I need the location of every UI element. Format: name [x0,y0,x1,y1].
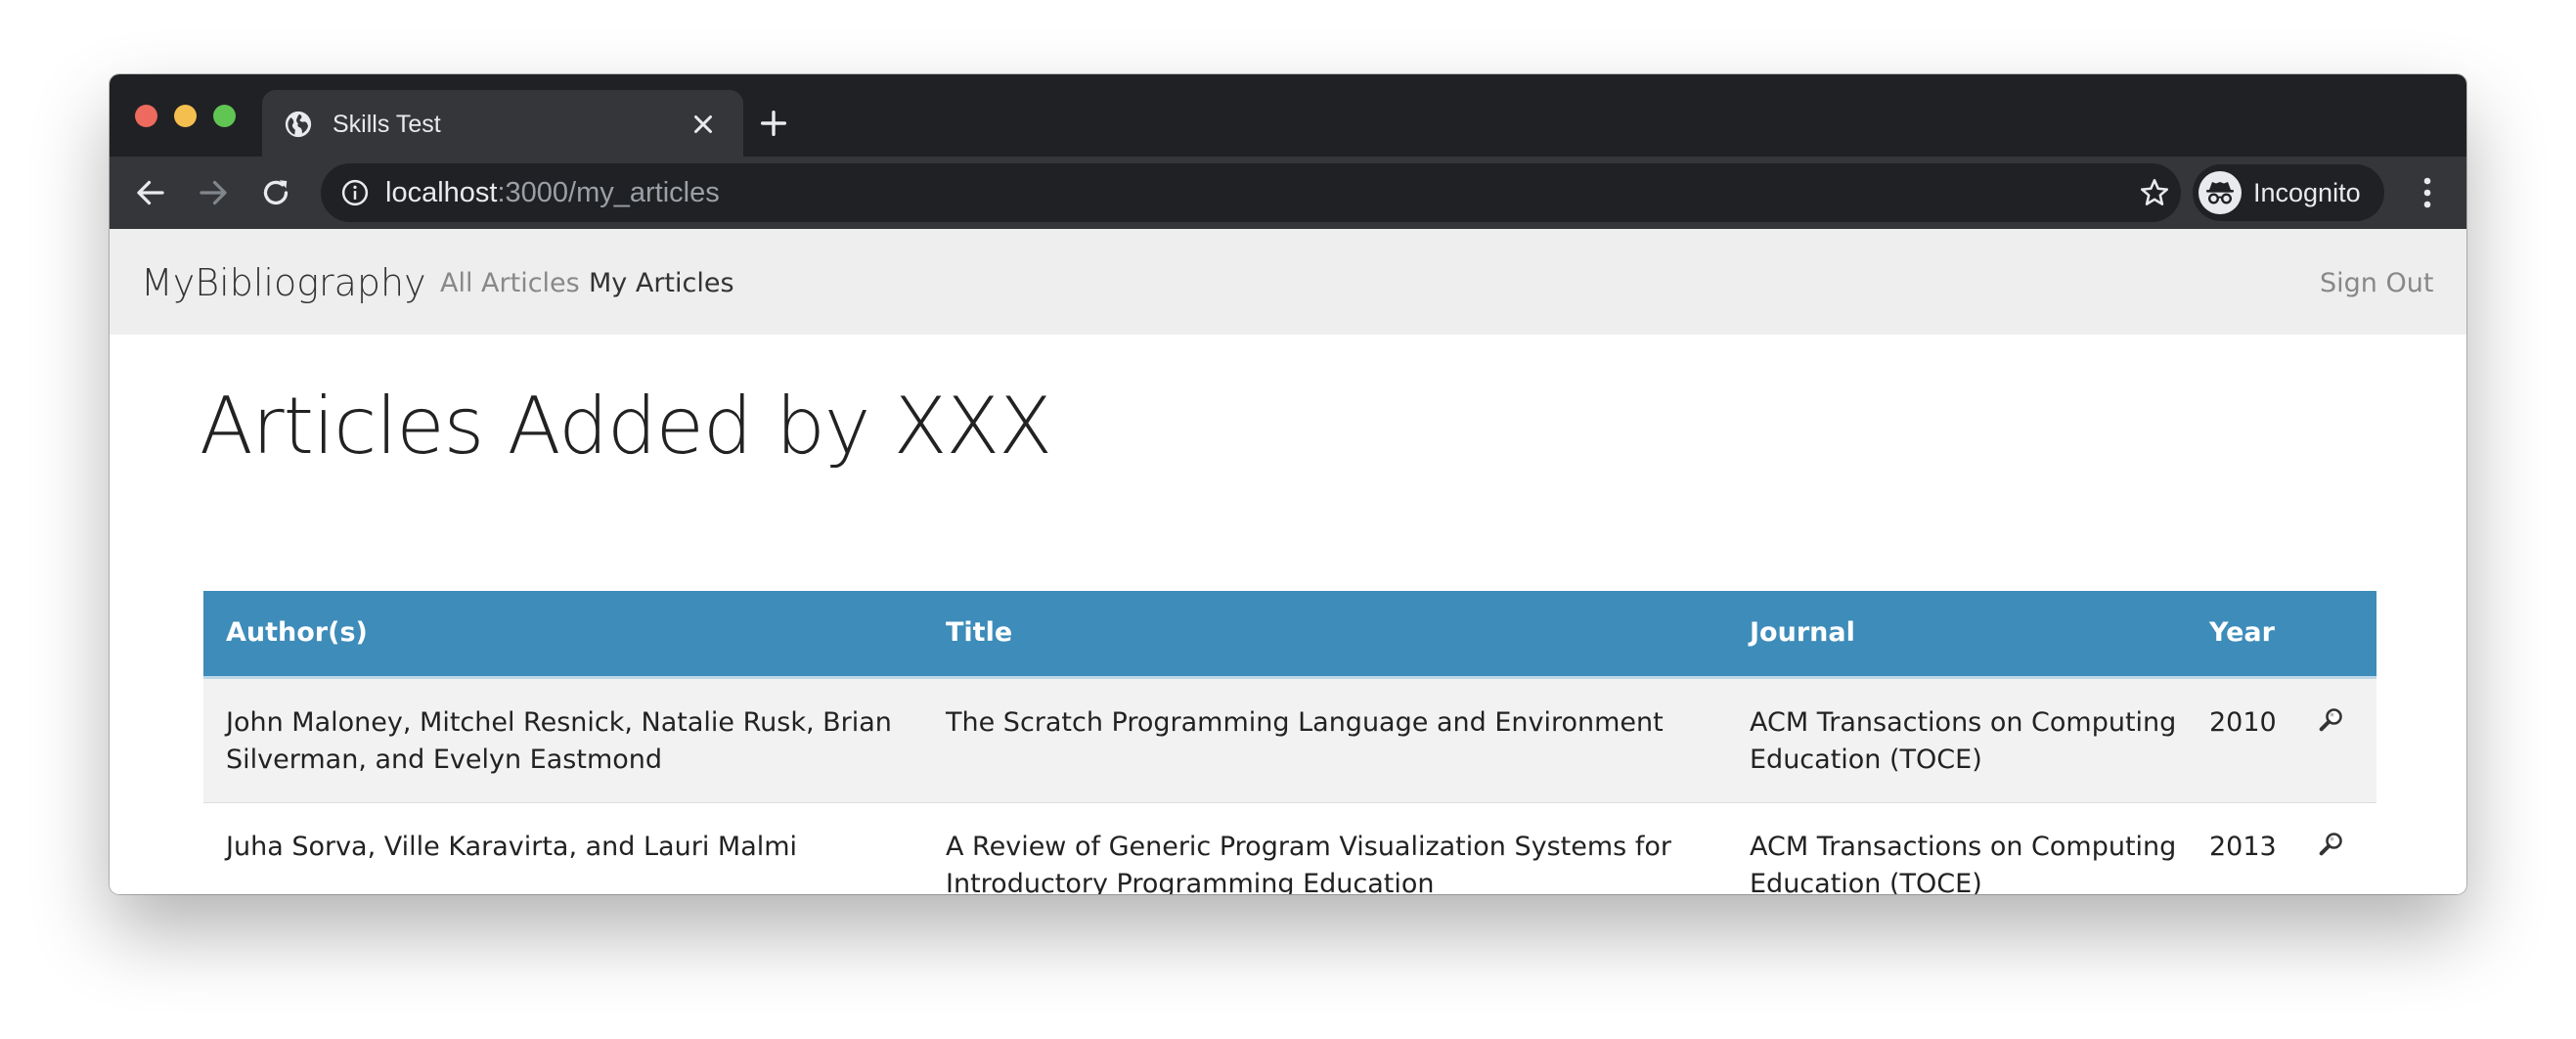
reload-icon[interactable] [258,175,293,210]
table-header-row: Author(s) Title Journal Year [203,591,2376,679]
cell-action [2294,802,2376,894]
browser-toolbar: localhost:3000/my_articles Incognito [110,157,2466,229]
cell-title: A Review of Generic Program Visualizatio… [946,831,1671,895]
cell-authors: John Maloney, Mitchel Resnick, Natalie R… [203,677,923,803]
table-row: John Maloney, Mitchel Resnick, Natalie R… [203,677,2376,803]
tab-strip: Skills Test [110,74,2466,157]
nav-link-my-articles[interactable]: My Articles [589,268,734,299]
cell-action [2294,677,2376,803]
page-content: MyBibliography All Articles My Articles … [110,229,2466,894]
kebab-menu-icon[interactable] [2418,175,2437,210]
magnifier-icon[interactable] [2317,831,2344,858]
articles-table: Author(s) Title Journal Year John Malone… [203,591,2376,894]
profile-label: Incognito [2253,178,2361,207]
column-header-title: Title [923,591,1727,679]
incognito-icon [2198,171,2242,214]
column-header-authors: Author(s) [203,591,923,679]
close-icon[interactable] [688,110,718,139]
browser-tab[interactable]: Skills Test [262,90,743,157]
arrow-right-icon[interactable] [196,175,231,210]
info-icon[interactable] [340,178,370,207]
tab-title: Skills Test [333,111,441,138]
cell-title: The Scratch Programming Language and Env… [923,677,1727,803]
column-header-year: Year [2187,591,2294,679]
column-header-journal: Journal [1727,591,2187,679]
url-path: :3000/my_articles [497,177,720,208]
nav-link-all-articles[interactable]: All Articles [440,268,580,299]
star-icon[interactable] [2138,176,2171,209]
minimize-window-button[interactable] [174,105,197,127]
cell-journal: ACM Transactions on Computing Education … [1750,831,2177,895]
close-window-button[interactable] [135,105,157,127]
zoom-window-button[interactable] [213,105,236,127]
url-text: localhost:3000/my_articles [385,177,720,208]
arrow-left-icon[interactable] [133,175,168,210]
site-navbar: MyBibliography All Articles My Articles … [110,229,2466,335]
magnifier-icon[interactable] [2317,706,2344,734]
incognito-profile-button[interactable]: Incognito [2193,164,2384,221]
cell-year: 2010 [2187,677,2294,803]
column-header-actions [2294,591,2376,679]
page-title: Articles Added by XXX [200,381,1052,472]
browser-window: Skills Test localhost:3000/my_articles I… [110,74,2466,894]
table-row: Juha Sorva, Ville Karavirta, and Lauri M… [203,802,2376,894]
brand-link[interactable]: MyBibliography [141,260,426,305]
cell-authors: Juha Sorva, Ville Karavirta, and Lauri M… [226,831,798,862]
cell-year: 2013 [2209,831,2277,862]
address-bar[interactable]: localhost:3000/my_articles [321,163,2181,222]
cell-journal: ACM Transactions on Computing Education … [1727,677,2187,803]
url-host: localhost [385,177,498,208]
globe-icon [285,111,312,138]
plus-icon[interactable] [757,107,790,140]
sign-out-link[interactable]: Sign Out [2320,268,2433,299]
